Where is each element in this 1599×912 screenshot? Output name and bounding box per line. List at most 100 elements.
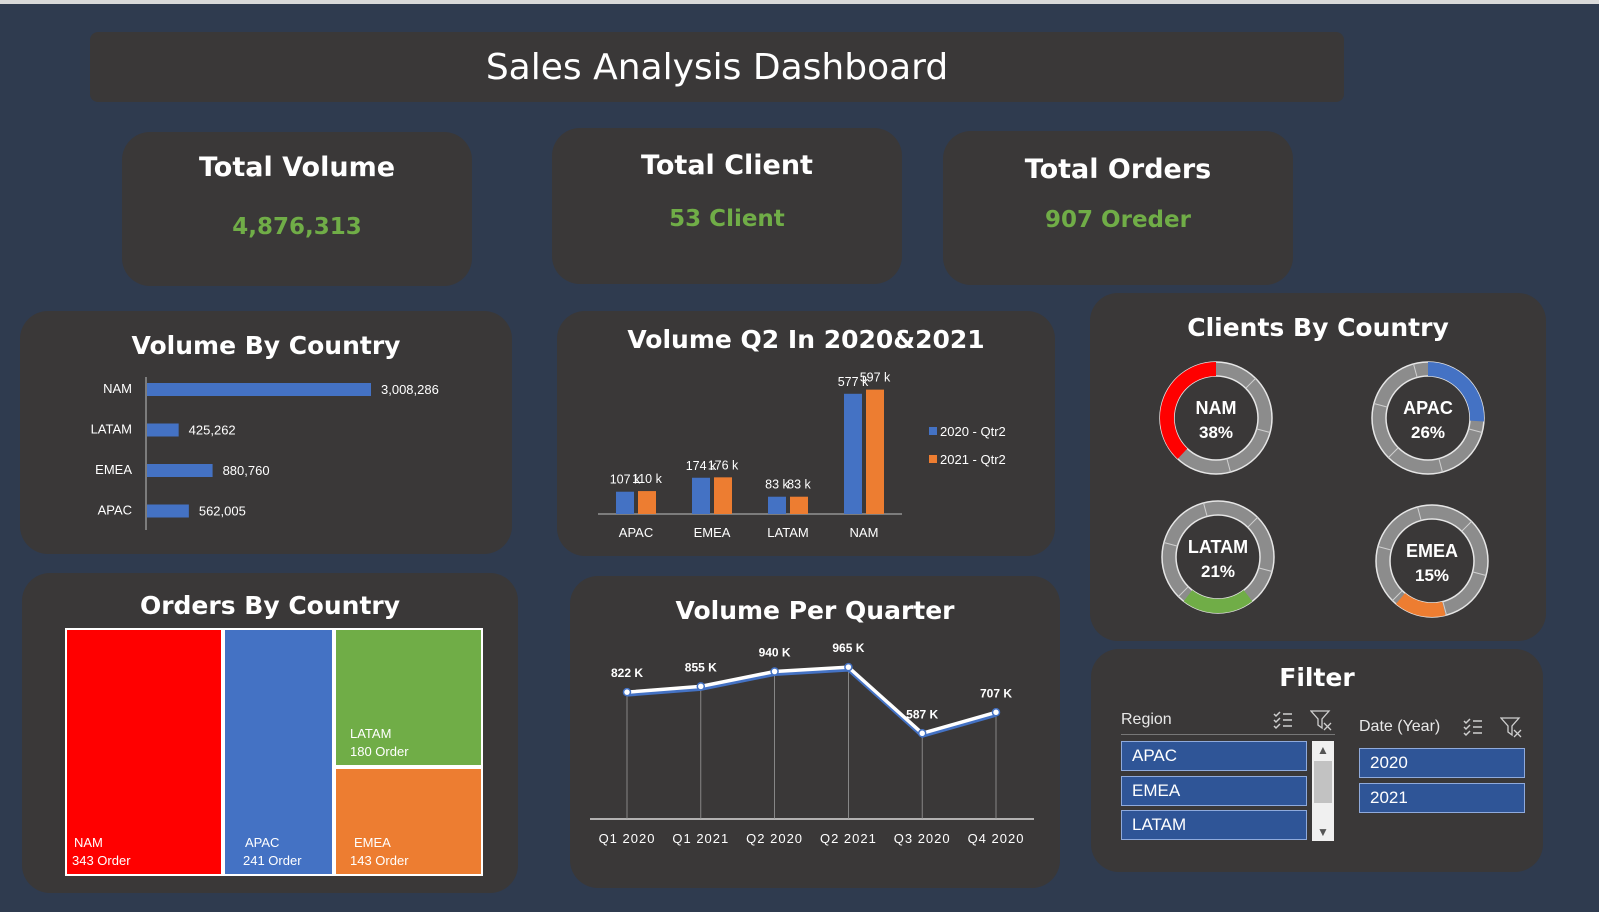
bar [790, 496, 808, 514]
data-label: 940 K [759, 646, 791, 660]
category-label: Q1 2021 [672, 831, 729, 846]
region-item-apac[interactable]: APAC [1121, 741, 1307, 771]
clear-filter-icon-svg [1309, 710, 1332, 731]
treemap-label: APAC 241 Order [243, 834, 302, 870]
bar [768, 496, 786, 514]
volume-q2-chart: 107 k110 kAPAC174 k176 kEMEA83 k83 kLATA… [598, 371, 1006, 540]
bar [638, 491, 656, 514]
donut-label: LATAM [1188, 537, 1248, 557]
data-label: 880,760 [223, 463, 270, 478]
bar [714, 477, 732, 514]
bar [147, 383, 371, 396]
donut-percent: 26% [1411, 423, 1445, 442]
donut-percent: 21% [1201, 562, 1235, 581]
volume-per-quarter-panel: Volume Per Quarter 822 K Q1 2020 855 K Q1 2… [570, 576, 1060, 888]
category-label: LATAM [767, 525, 808, 540]
legend-swatch [929, 427, 937, 435]
treemap-region: NAM [74, 835, 103, 850]
year-multi-select-icon[interactable] [1462, 716, 1484, 738]
category-label: EMEA [95, 462, 132, 477]
treemap-cell-nam: NAM 343 Order [65, 628, 223, 876]
category-label: Q3 2020 [894, 831, 951, 846]
donut-inner-edge [1173, 375, 1259, 461]
category-label: LATAM [91, 422, 132, 437]
treemap-cell-emea: EMEA 143 Order [334, 767, 483, 876]
treemap-value: 241 Order [243, 853, 302, 868]
region-divider [1121, 734, 1335, 735]
kpi-total-client: Total Client 53 Client [552, 128, 902, 284]
treemap-label: EMEA 143 Order [350, 834, 409, 870]
bar [147, 423, 179, 437]
data-point [917, 729, 927, 738]
scroll-down-icon[interactable]: ▼ [1312, 823, 1334, 841]
treemap-region: EMEA [354, 835, 391, 850]
top-border [0, 0, 1599, 4]
year-slicer-label: Date (Year) [1359, 718, 1441, 735]
kpi-orders-title: Total Orders [1024, 154, 1212, 185]
data-point [696, 682, 706, 691]
year-clear-filter-icon-svg [1499, 717, 1522, 738]
bar [692, 477, 710, 514]
category-label: Q2 2021 [820, 831, 877, 846]
year-clear-filter-icon[interactable] [1499, 716, 1522, 738]
treemap-region: LATAM [350, 726, 392, 741]
year-multi-select-icon-svg [1463, 718, 1482, 737]
treemap-value: 180 Order [350, 744, 409, 759]
kpi-client-title: Total Client [641, 150, 813, 181]
data-label: 176 k [708, 458, 739, 472]
region-slicer-label: Region [1121, 711, 1172, 728]
donut-inner-edge [1389, 518, 1475, 604]
data-point [991, 708, 1001, 717]
scroll-up-icon[interactable]: ▲ [1312, 741, 1334, 759]
treemap-cell-apac: APAC 241 Order [223, 628, 334, 876]
bar [147, 504, 189, 518]
clear-filter-icon[interactable] [1309, 709, 1332, 731]
donut-slice [1396, 592, 1446, 617]
volume-per-quarter-chart: 822 K Q1 2020 855 K Q1 2021 940 K Q2 2020 965 … [590, 641, 1034, 846]
year-item-2020[interactable]: 2020 [1359, 748, 1525, 778]
data-label: 855 K [685, 660, 717, 674]
scroll-thumb[interactable] [1314, 761, 1332, 803]
treemap-label: NAM 343 Order [72, 834, 131, 870]
orders-by-country-title: Orders By Country [139, 591, 401, 620]
series-line [626, 665, 997, 736]
multi-select-icon[interactable] [1272, 709, 1294, 731]
year-item-2021[interactable]: 2021 [1359, 783, 1525, 813]
orders-treemap: NAM 343 Order APAC 241 Order LATAM 180 Order E… [65, 628, 483, 876]
kpi-total-volume: Total Volume 4,876,313 [122, 132, 472, 286]
kpi-client-value: 53 Client [669, 206, 785, 232]
donut-label: NAM [1196, 398, 1237, 418]
data-label: 83 k [765, 478, 789, 492]
kpi-volume-value: 4,876,313 [232, 214, 362, 240]
clients-by-country-panel: Clients By Country NAM 38% APAC 26% LATAM 21%… [1090, 293, 1546, 641]
treemap-value: 343 Order [72, 853, 131, 868]
data-label: 597 k [860, 371, 891, 385]
category-label: EMEA [694, 525, 731, 540]
donut-label: APAC [1403, 398, 1453, 418]
data-label: 110 k [632, 472, 662, 486]
category-label: NAM [850, 525, 879, 540]
donut-percent: 38% [1199, 423, 1233, 442]
bar [844, 393, 862, 514]
legend-label: 2020 - Qtr2 [940, 424, 1006, 439]
data-label: 965 K [832, 641, 864, 655]
treemap-cell-latam: LATAM 180 Order [334, 628, 483, 767]
treemap-region: APAC [245, 835, 280, 850]
data-label: 707 K [980, 686, 1012, 700]
category-label: Q4 2020 [968, 831, 1025, 846]
data-label: 587 K [906, 707, 938, 721]
donut-label: EMEA [1406, 541, 1458, 561]
legend-label: 2021 - Qtr2 [940, 452, 1006, 467]
donut-inner-edge [1385, 375, 1471, 461]
region-scrollbar[interactable]: ▲ ▼ [1312, 741, 1334, 841]
data-point [844, 662, 853, 672]
orders-by-country-panel: Orders By Country NAM 343 Order APAC 241 Or… [22, 573, 518, 893]
region-item-emea[interactable]: EMEA [1121, 776, 1307, 806]
data-label: 83 k [787, 478, 811, 492]
legend-swatch [929, 455, 937, 463]
volume-by-country-panel: Volume By Country NAM 3,008,286 LATAM 425,2… [20, 311, 512, 554]
treemap-value: 143 Order [350, 853, 409, 868]
region-item-latam[interactable]: LATAM [1121, 810, 1307, 840]
data-label: 3,008,286 [381, 382, 439, 397]
data-label: 822 K [611, 666, 643, 680]
